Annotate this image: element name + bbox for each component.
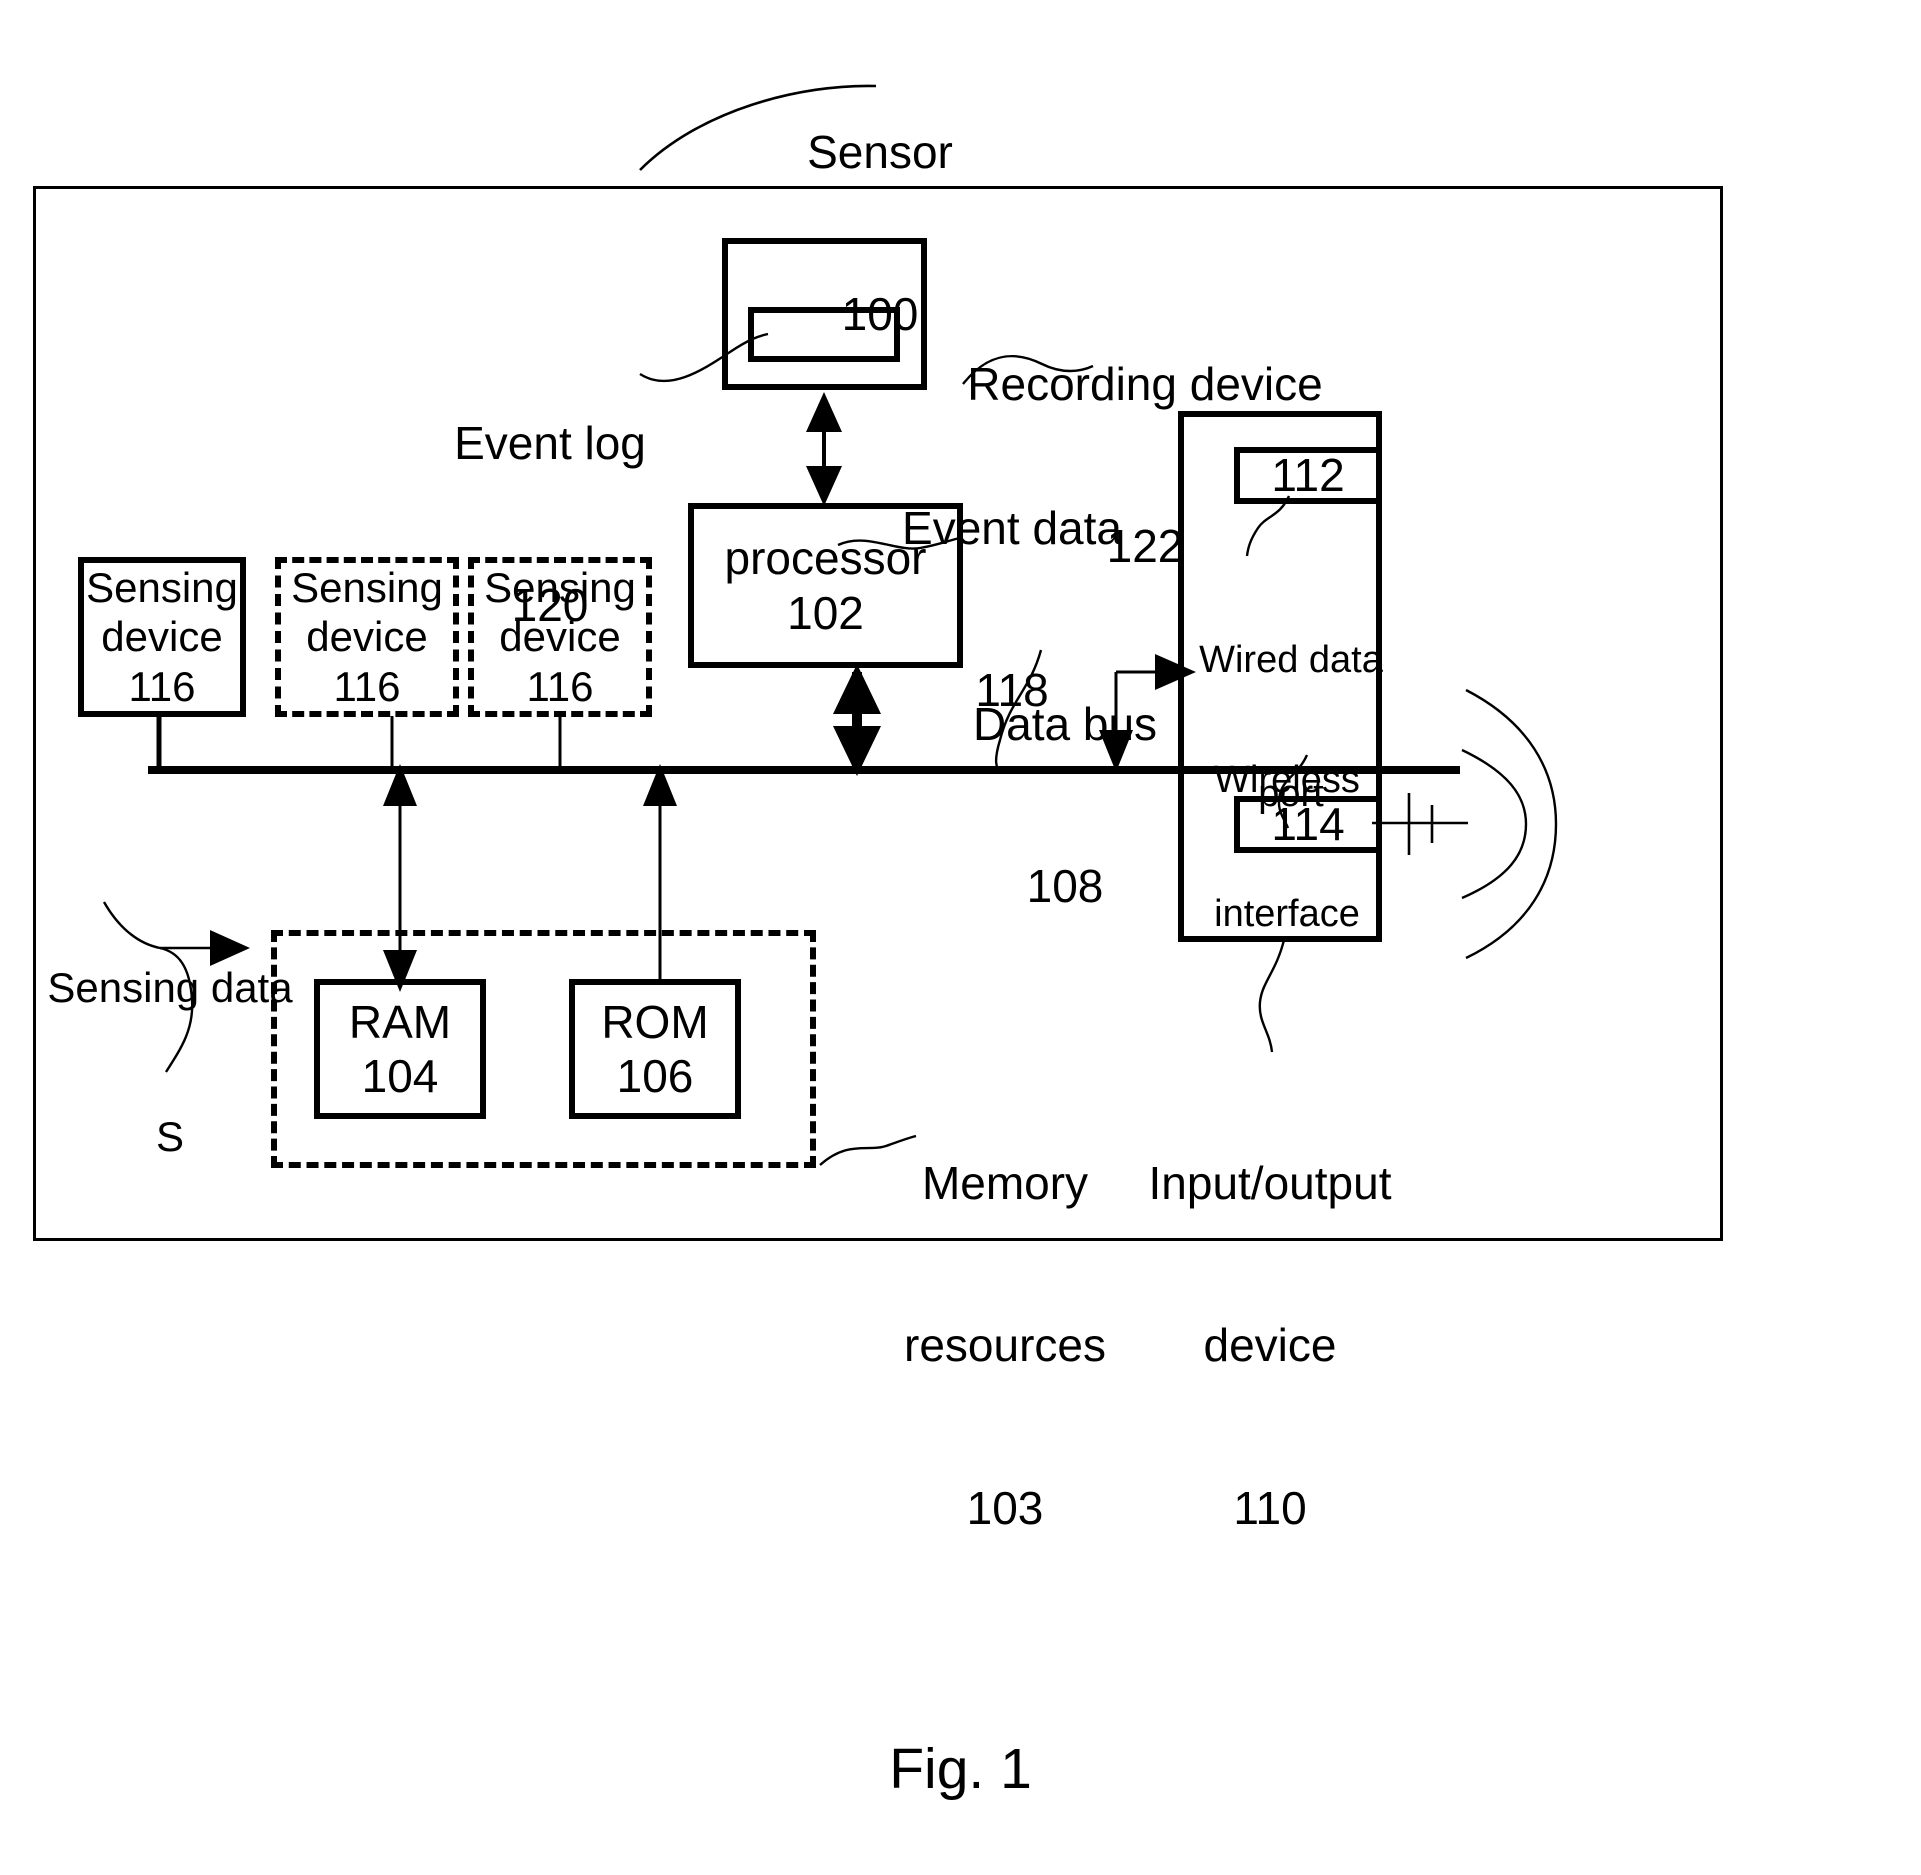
wireless-interface-callout-line2: interface <box>1214 893 1360 936</box>
rom-block[interactable]: ROM 106 <box>569 979 741 1119</box>
sensing-device-3-block[interactable]: Sensing device 116 <box>468 557 652 717</box>
io-device-callout-line1: Input/output <box>1148 1156 1392 1209</box>
processor-ref: 102 <box>787 586 864 639</box>
sensing-device-3-ref: 116 <box>526 662 594 710</box>
data-bus-callout: Data bus 108 <box>930 588 1200 1022</box>
sensing-device-3-line1: Sensing <box>484 563 636 611</box>
sensing-device-2-line1: Sensing <box>291 563 443 611</box>
io-device-callout: Input/output device 110 <box>1120 1047 1420 1644</box>
io-device-callout-line2: device <box>1203 1319 1337 1372</box>
data-bus-callout-line1: Data bus <box>972 697 1158 750</box>
memory-resources-callout-line3: 103 <box>966 1482 1044 1535</box>
sensing-device-1-line1: Sensing <box>86 563 238 611</box>
figure-caption: Fig. 1 <box>889 1737 1032 1801</box>
memory-resources-callout: Memory resources 103 <box>860 1047 1150 1644</box>
ram-label: RAM <box>348 995 452 1048</box>
ram-block[interactable]: RAM 104 <box>314 979 486 1119</box>
wireless-interface-block[interactable]: 114 <box>1234 796 1382 853</box>
sensing-device-2-block[interactable]: Sensing device 116 <box>275 557 459 717</box>
ram-ref: 104 <box>361 1050 439 1102</box>
rom-label: ROM <box>601 995 709 1048</box>
wired-data-port-ref: 112 <box>1271 449 1345 502</box>
event-log-block[interactable] <box>748 307 900 362</box>
processor-block[interactable]: processor 102 <box>688 503 963 668</box>
sensing-device-2-ref: 116 <box>333 662 401 710</box>
memory-resources-callout-line2: resources <box>904 1319 1106 1372</box>
sensing-device-2-line2: device <box>306 613 428 661</box>
event-log-callout-line1: Event log <box>454 416 646 469</box>
sensing-device-3-line2: device <box>499 613 621 661</box>
io-device-callout-line3: 110 <box>1233 1482 1307 1535</box>
processor-label: processor <box>724 532 927 585</box>
sensor-callout-line1: Sensor <box>807 125 953 178</box>
sensing-device-1-block[interactable]: Sensing device 116 <box>78 557 246 717</box>
patent-figure-page: Sensor 100 Event log 120 Recording devic… <box>0 0 1921 1875</box>
wired-data-port-block[interactable]: 112 <box>1234 447 1382 504</box>
wireless-interface-ref: 114 <box>1271 798 1345 851</box>
memory-resources-callout-line1: Memory <box>921 1156 1089 1209</box>
data-bus-callout-line2: 108 <box>1026 860 1104 913</box>
sensing-device-1-line2: device <box>101 613 223 661</box>
rom-ref: 106 <box>616 1050 694 1102</box>
sensing-device-1-ref: 116 <box>128 662 196 710</box>
